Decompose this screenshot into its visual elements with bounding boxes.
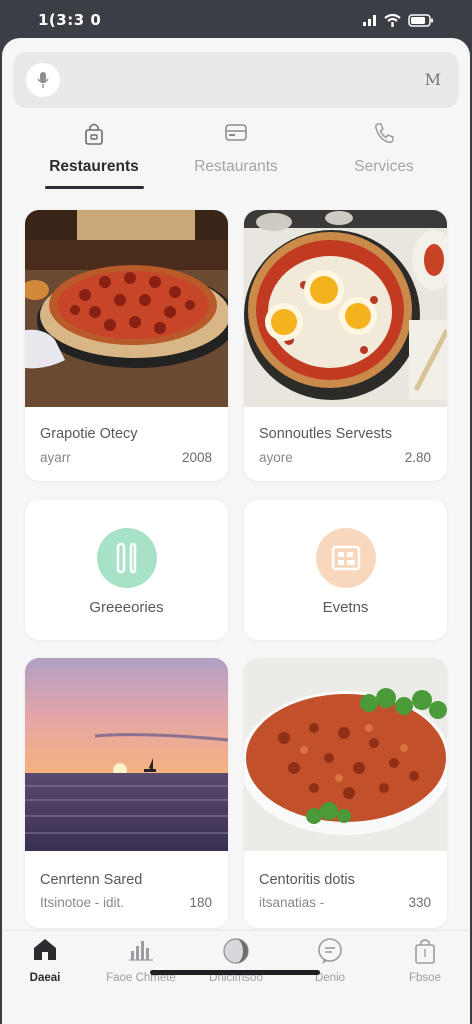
bag-icon (415, 939, 435, 964)
card-subtitle: itsanatias - (259, 895, 325, 910)
home-indicator (150, 970, 320, 975)
nav-item-bag[interactable]: Fbsoe (378, 931, 470, 1001)
tab-restaurants[interactable]: Restaurants (158, 116, 314, 192)
card-icon (225, 124, 247, 141)
tab-label: Services (354, 158, 414, 175)
sunset-sea-image (25, 658, 228, 851)
category-label: Greeeories (89, 599, 164, 616)
bar-chart-icon (129, 941, 153, 961)
nav-item-chat[interactable]: Denio (283, 931, 377, 1001)
search-bar[interactable]: M (13, 52, 459, 108)
place-card[interactable]: Grapotie Otecy ayarr 2008 (25, 210, 228, 481)
main-sheet: M Restaurents Restaurants Services Grapo… (2, 38, 470, 1024)
nav-item-home[interactable]: Daeai (2, 931, 92, 1001)
home-icon (34, 939, 56, 960)
card-price: 2008 (181, 450, 212, 465)
place-card[interactable]: Sonnoutles Servests ayore 2.80 (244, 210, 447, 481)
signal-icon (363, 15, 376, 26)
status-time: 1(3:3 0 (38, 11, 102, 29)
card-subtitle: Itsinotoe - idit. (40, 895, 125, 910)
egg-pizza-image (244, 210, 447, 407)
card-title: Grapotie Otecy (40, 426, 138, 442)
category-label: Evetns (322, 599, 369, 616)
search-trailing-text: M (424, 70, 441, 89)
calendar-chip (315, 528, 376, 588)
card-price: 330 (408, 895, 431, 910)
tab-label: Restaurants (194, 158, 278, 175)
pepperoni-pizza-image (25, 210, 228, 407)
chili-dish-image (244, 658, 447, 851)
nav-label: Daeai (29, 972, 61, 984)
wifi-icon (384, 13, 401, 27)
active-tab-indicator (45, 186, 144, 189)
card-subtitle: ayore (259, 450, 293, 465)
nav-item-stats[interactable]: Faoe Chmete (94, 931, 188, 1001)
tab-restaurents[interactable]: Restaurents (16, 116, 172, 192)
microphone-icon (37, 72, 49, 88)
bag-icon (85, 123, 103, 145)
utensils-chip (96, 528, 157, 588)
mic-button[interactable] (26, 63, 60, 97)
status-bar: 1(3:3 0 (0, 0, 472, 40)
card-price: 180 (189, 895, 212, 910)
tab-bar: Restaurents Restaurants Services (2, 116, 470, 192)
card-title: Centoritis dotis (259, 872, 355, 888)
place-card[interactable]: Cenrtenn Sared Itsinotoe - idit. 180 (25, 658, 228, 928)
card-subtitle: ayarr (40, 450, 71, 465)
tab-label: Restaurents (49, 158, 139, 175)
card-price: 2.80 (404, 450, 431, 465)
calendar-icon (331, 545, 360, 571)
nav-item-discover[interactable]: Dnicimsoo (189, 931, 283, 1001)
phone-icon (375, 123, 394, 143)
utensils-icon (116, 542, 136, 574)
category-card-events[interactable]: Evetns (244, 500, 447, 640)
card-title: Cenrtenn Sared (40, 872, 143, 888)
bottom-nav: Daeai Faoe Chmete Dnicimsoo Denio Fbsoe (2, 930, 470, 1024)
category-card-groceries[interactable]: Greeeories (25, 500, 228, 640)
chat-icon (318, 938, 342, 964)
status-icons (363, 13, 434, 27)
card-title: Sonnoutles Servests (259, 426, 392, 442)
place-card[interactable]: Centoritis dotis itsanatias - 330 (244, 658, 447, 928)
moon-icon (223, 938, 249, 964)
battery-icon (408, 13, 433, 27)
nav-label: Fbsoe (409, 972, 441, 984)
tab-services[interactable]: Services (306, 116, 462, 192)
